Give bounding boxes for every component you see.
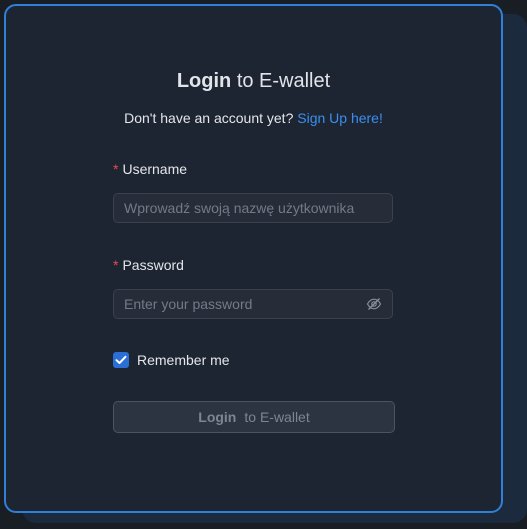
page-title: Login to E-wallet xyxy=(6,70,501,93)
remember-me-toggle[interactable]: Remember me xyxy=(113,352,230,368)
username-label-text: Username xyxy=(122,161,188,177)
username-input[interactable] xyxy=(124,194,360,222)
login-card: Login to E-wallet Don't have an account … xyxy=(4,4,503,513)
username-field[interactable] xyxy=(113,193,393,223)
login-button[interactable]: Login to E-wallet xyxy=(113,401,395,433)
signup-prompt: Don't have an account yet? Sign Up here! xyxy=(6,110,501,126)
eye-slash-icon[interactable] xyxy=(366,297,382,311)
title-rest: to E-wallet xyxy=(236,70,331,92)
password-label: * Password xyxy=(113,257,184,273)
required-marker: * xyxy=(113,257,119,273)
title-strong: Login xyxy=(176,70,232,92)
login-page: Login to E-wallet Don't have an account … xyxy=(0,0,527,529)
username-label: * Username xyxy=(113,161,187,177)
login-button-strong: Login xyxy=(198,409,237,425)
password-input[interactable] xyxy=(124,290,360,318)
remember-me-checkbox[interactable] xyxy=(113,352,129,368)
password-field[interactable] xyxy=(113,289,393,319)
remember-me-label: Remember me xyxy=(137,352,230,368)
password-label-text: Password xyxy=(122,257,184,273)
login-button-rest: to E-wallet xyxy=(244,409,310,425)
required-marker: * xyxy=(113,161,119,177)
signup-link[interactable]: Sign Up here! xyxy=(297,110,383,126)
signup-prompt-text: Don't have an account yet? xyxy=(124,110,294,126)
checkmark-icon xyxy=(115,355,127,364)
